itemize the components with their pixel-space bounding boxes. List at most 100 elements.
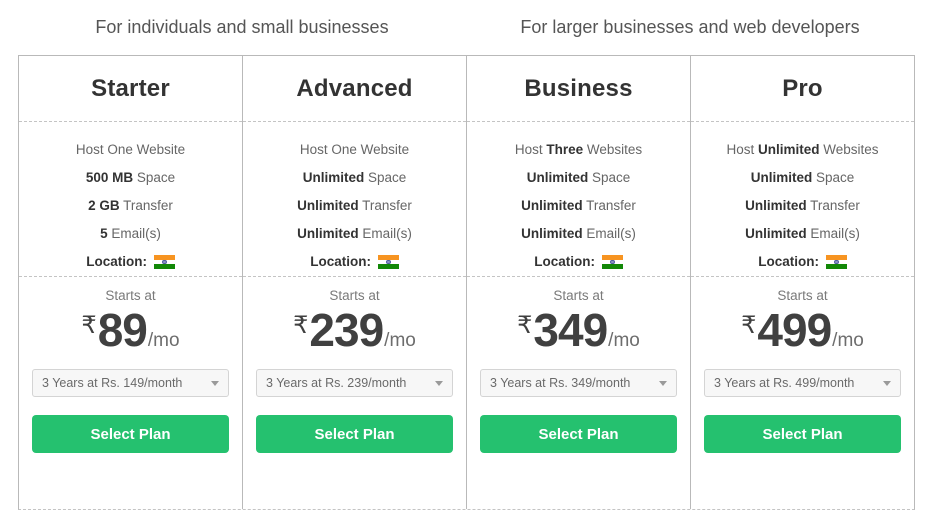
plan-name: Advanced (296, 74, 413, 102)
price-period: /mo (147, 330, 180, 351)
feature-value: Unlimited (526, 170, 589, 185)
term-select-value: 3 Years at Rs. 149/month (42, 376, 183, 390)
pricing-table: Starter Host One Website 500 MB Space 2 … (18, 55, 915, 510)
plan-name: Starter (91, 74, 170, 102)
location-label: Location: (86, 254, 147, 269)
price-line: ₹ 239 /mo (243, 307, 466, 353)
location-label: Location: (534, 254, 595, 269)
feature-websites: Host One Website (25, 136, 236, 164)
feature-value: Unlimited (521, 226, 583, 241)
feature-list: Host Three Websites Unlimited Space Unli… (467, 122, 690, 277)
plan-header: Starter (19, 56, 242, 122)
feature-space: Unlimited Space (697, 164, 908, 192)
price-block: Starts at ₹ 349 /mo (467, 277, 690, 353)
plan-header: Pro (691, 56, 914, 122)
plan-column-pro: Pro Host Unlimited Websites Unlimited Sp… (691, 56, 914, 509)
feature-unit: Email(s) (107, 226, 161, 241)
select-plan-button[interactable]: Select Plan (480, 415, 677, 453)
price-block: Starts at ₹ 89 /mo (19, 277, 242, 353)
select-plan-wrap: Select Plan (691, 397, 914, 453)
term-select-wrap: 3 Years at Rs. 349/month (467, 353, 690, 397)
india-flag-icon (825, 255, 847, 269)
term-select-value: 3 Years at Rs. 239/month (266, 376, 407, 390)
term-select-wrap: 3 Years at Rs. 149/month (19, 353, 242, 397)
feature-unit: Transfer (582, 198, 636, 213)
feature-unit: Space (364, 170, 407, 185)
location-label: Location: (758, 254, 819, 269)
term-select[interactable]: 3 Years at Rs. 499/month (704, 369, 901, 397)
feature-list: Host Unlimited Websites Unlimited Space … (691, 122, 914, 277)
starts-at-label: Starts at (777, 288, 828, 303)
feature-value: 5 (100, 226, 108, 241)
price-block: Starts at ₹ 239 /mo (243, 277, 466, 353)
feature-value: Unlimited (757, 142, 820, 157)
select-plan-button[interactable]: Select Plan (704, 415, 901, 453)
term-select[interactable]: 3 Years at Rs. 149/month (32, 369, 229, 397)
feature-value: Unlimited (302, 170, 365, 185)
tagline-businesses: For larger businesses and web developers (520, 17, 860, 37)
plan-column-business: Business Host Three Websites Unlimited S… (467, 56, 691, 509)
price-line: ₹ 349 /mo (467, 307, 690, 353)
select-plan-button[interactable]: Select Plan (256, 415, 453, 453)
feature-location: Location: (697, 248, 908, 276)
tagline-individuals: For individuals and small businesses (95, 17, 389, 37)
feature-location: Location: (473, 248, 684, 276)
feature-transfer: Unlimited Transfer (249, 192, 460, 220)
india-flag-icon (601, 255, 623, 269)
feature-value: Unlimited (745, 198, 807, 213)
feature-list: Host One Website 500 MB Space 2 GB Trans… (19, 122, 242, 277)
price-period: /mo (832, 330, 864, 351)
plan-header: Business (467, 56, 690, 122)
feature-space: Unlimited Space (473, 164, 684, 192)
feature-unit: Email(s) (806, 226, 860, 241)
pricing-page: For individuals and small businesses For… (0, 0, 933, 528)
feature-unit: Space (133, 170, 176, 185)
feature-emails: 5 Email(s) (25, 220, 236, 248)
india-flag-icon (377, 255, 399, 269)
feature-emails: Unlimited Email(s) (249, 220, 460, 248)
feature-value: 500 MB (85, 170, 134, 185)
term-select-value: 3 Years at Rs. 349/month (490, 376, 631, 390)
plan-name: Business (524, 74, 633, 102)
feature-unit: Email(s) (582, 226, 636, 241)
feature-unit: Transfer (119, 198, 173, 213)
currency-symbol: ₹ (293, 312, 309, 339)
starts-at-label: Starts at (553, 288, 604, 303)
feature-list: Host One Website Unlimited Space Unlimit… (243, 122, 466, 277)
feature-text: Host One Website (75, 142, 186, 157)
select-plan-button[interactable]: Select Plan (32, 415, 229, 453)
feature-transfer: Unlimited Transfer (473, 192, 684, 220)
feature-space: 500 MB Space (25, 164, 236, 192)
select-plan-wrap: Select Plan (467, 397, 690, 453)
feature-value: Unlimited (297, 198, 359, 213)
feature-websites: Host Unlimited Websites (697, 136, 908, 164)
feature-emails: Unlimited Email(s) (697, 220, 908, 248)
feature-value: 2 GB (88, 198, 120, 213)
feature-transfer: 2 GB Transfer (25, 192, 236, 220)
feature-value: Unlimited (745, 226, 807, 241)
feature-unit: Websites (583, 142, 643, 157)
currency-symbol: ₹ (517, 312, 533, 339)
feature-unit: Space (588, 170, 631, 185)
currency-symbol: ₹ (81, 312, 97, 339)
feature-value: Unlimited (521, 198, 583, 213)
feature-transfer: Unlimited Transfer (697, 192, 908, 220)
term-select[interactable]: 3 Years at Rs. 349/month (480, 369, 677, 397)
price-line: ₹ 499 /mo (691, 307, 914, 353)
select-plan-wrap: Select Plan (19, 397, 242, 453)
starts-at-label: Starts at (105, 288, 156, 303)
feature-websites: Host One Website (249, 136, 460, 164)
price-period: /mo (384, 330, 416, 351)
feature-unit: Transfer (806, 198, 860, 213)
taglines-row: For individuals and small businesses For… (0, 0, 933, 55)
term-select[interactable]: 3 Years at Rs. 239/month (256, 369, 453, 397)
location-label: Location: (310, 254, 371, 269)
plan-column-starter: Starter Host One Website 500 MB Space 2 … (19, 56, 243, 509)
price-amount: 499 (757, 304, 832, 356)
feature-prefix: Host (514, 142, 547, 157)
feature-unit: Space (812, 170, 855, 185)
price-amount: 349 (533, 304, 608, 356)
feature-unit: Transfer (358, 198, 412, 213)
feature-unit: Email(s) (358, 226, 412, 241)
feature-value: Three (546, 142, 584, 157)
